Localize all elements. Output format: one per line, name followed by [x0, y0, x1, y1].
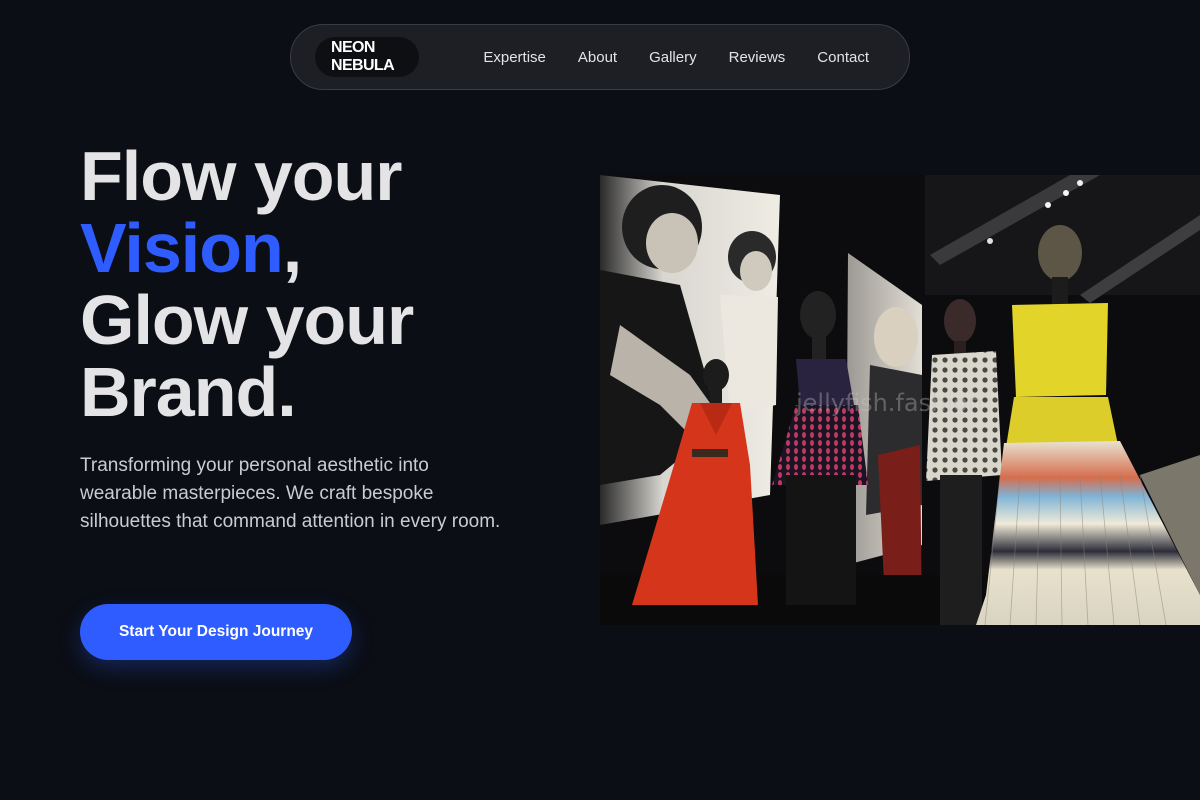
hero-headline: Flow your Vision, Glow your Brand. — [80, 137, 414, 431]
hero-description: Transforming your personal aesthetic int… — [80, 455, 501, 532]
nav-link-reviews[interactable]: Reviews — [713, 49, 802, 66]
top-navigation: NEON NEBULA Expertise About Gallery Revi… — [290, 24, 910, 90]
nav-link-contact[interactable]: Contact — [801, 49, 885, 66]
headline-line-3: Glow your — [80, 281, 414, 359]
page: NEON NEBULA Expertise About Gallery Revi… — [0, 0, 1200, 800]
headline-line-1: Flow your — [80, 137, 403, 215]
nav-link-gallery[interactable]: Gallery — [633, 49, 713, 66]
headline-line-4: Brand. — [80, 353, 297, 431]
headline-accent-word: Vision — [80, 209, 284, 287]
image-watermark: jellyfish.fashion — [796, 389, 983, 417]
nav-links: Expertise About Gallery Reviews Contact — [467, 49, 885, 66]
headline-line-2: Vision, — [80, 212, 413, 284]
nav-link-expertise[interactable]: Expertise — [467, 49, 562, 66]
hero-image: jellyfish.fashion — [600, 175, 1200, 625]
headline-comma: , — [282, 209, 302, 287]
nav-link-about[interactable]: About — [562, 49, 633, 66]
start-design-journey-button[interactable]: Start Your Design Journey — [80, 604, 352, 660]
brand-logo[interactable]: NEON NEBULA — [315, 37, 420, 77]
